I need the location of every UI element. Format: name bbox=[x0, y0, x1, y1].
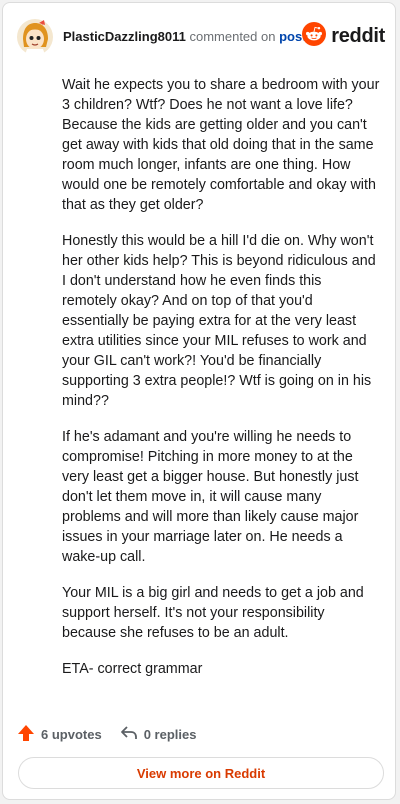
comment-paragraph: Honestly this would be a hill I'd die on… bbox=[62, 233, 376, 409]
comment-paragraph: If he's adamant and you're willing he ne… bbox=[62, 429, 359, 565]
upvote-arrow-icon bbox=[17, 724, 35, 745]
comment-action-text: commented on bbox=[189, 29, 276, 44]
comment-header: PlasticDazzling8011 commented on post re bbox=[17, 17, 385, 55]
reply-count: 0 replies bbox=[143, 726, 197, 742]
reddit-snoo-icon bbox=[302, 21, 327, 51]
upvote-button[interactable]: 6 upvotes bbox=[17, 724, 102, 745]
reddit-logo[interactable]: reddit bbox=[302, 21, 385, 51]
comment-body: Wait he expects you to share a bedroom w… bbox=[62, 75, 380, 695]
comment-paragraph: ETA- correct grammar bbox=[62, 661, 203, 677]
reddit-wordmark: reddit bbox=[331, 24, 385, 47]
reply-arrow-icon bbox=[120, 724, 138, 745]
comment-paragraph: Your MIL is a big girl and needs to get … bbox=[62, 585, 364, 641]
username-link[interactable]: PlasticDazzling8011 bbox=[63, 29, 186, 44]
comment-card: PlasticDazzling8011 commented on post re bbox=[2, 2, 396, 800]
comment-meta: PlasticDazzling8011 commented on post bbox=[63, 29, 307, 45]
comment-paragraph: Wait he expects you to share a bedroom w… bbox=[62, 77, 380, 213]
upvote-count: 6 upvotes bbox=[41, 726, 102, 742]
replies-button[interactable]: 0 replies bbox=[120, 724, 197, 745]
view-more-button[interactable]: View more on Reddit bbox=[18, 757, 384, 789]
comment-footer: 6 upvotes 0 replies bbox=[17, 721, 196, 747]
user-avatar-icon[interactable] bbox=[17, 19, 53, 55]
